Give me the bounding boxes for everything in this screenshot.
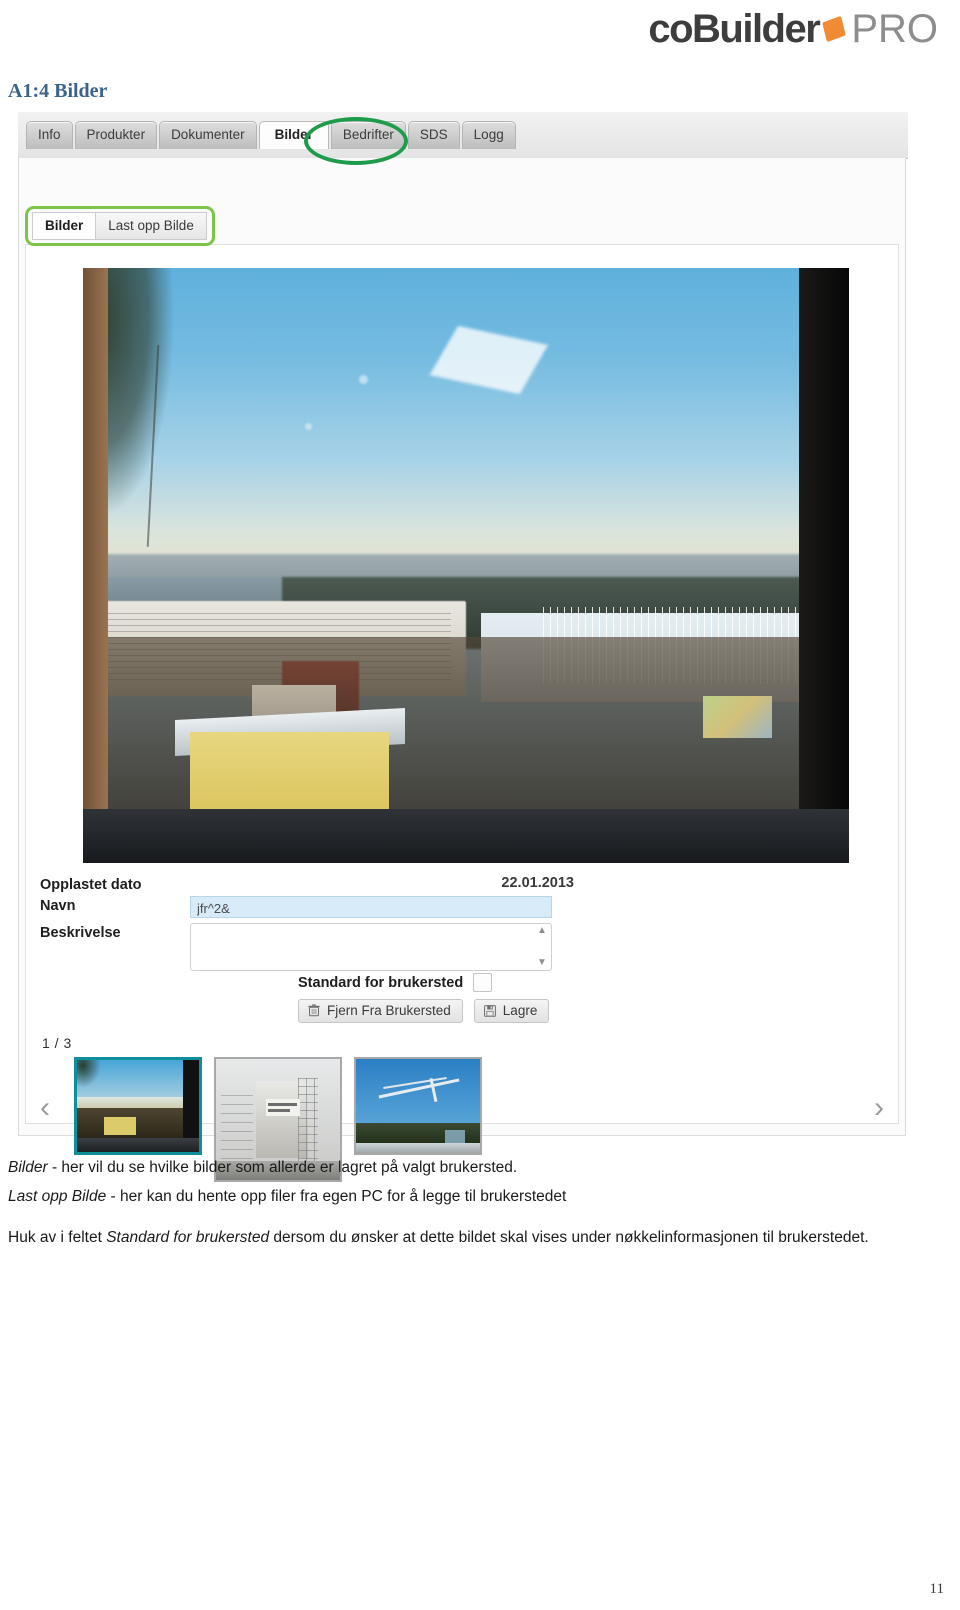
page-title: A1:4 Bilder bbox=[8, 80, 108, 102]
image-detail-card: Opplastet dato 22.01.2013 Navn Beskrivel… bbox=[25, 244, 899, 1182]
bilder-panel: Bilder Last opp Bilde Opplastet dato 22.… bbox=[18, 158, 906, 1182]
page-number: 11 bbox=[929, 1581, 944, 1597]
uploaded-date-row: Opplastet dato 22.01.2013 bbox=[40, 875, 580, 893]
prev-image-icon[interactable]: ‹ bbox=[40, 1093, 50, 1123]
save-disk-icon bbox=[483, 1004, 496, 1017]
thumb3-sky bbox=[356, 1059, 480, 1133]
action-buttons: Fjern Fra Brukersted Lagre bbox=[298, 999, 550, 1023]
thumb1-ground bbox=[77, 1107, 199, 1139]
photo-sky bbox=[83, 268, 849, 578]
caption-line-2: Last opp Bilde - her kan du hente opp fi… bbox=[8, 1184, 938, 1209]
thumbnail-item[interactable] bbox=[74, 1057, 202, 1155]
save-button[interactable]: Lagre bbox=[473, 999, 550, 1023]
subtab-bilder[interactable]: Bilder bbox=[32, 212, 96, 240]
caption-3-emphasis: Standard for brukersted bbox=[106, 1229, 270, 1247]
name-label: Navn bbox=[40, 898, 76, 914]
default-for-site-label: Standard for brukersted bbox=[298, 974, 464, 991]
caption-3-pre: Huk av i feltet bbox=[8, 1229, 107, 1247]
photo-lens-spot bbox=[305, 422, 313, 430]
save-label: Lagre bbox=[502, 1003, 538, 1018]
thumb2-banner-text bbox=[268, 1108, 291, 1112]
tab-bilder[interactable]: Bilder bbox=[258, 121, 329, 149]
caption-2-rest: - her kan du hente opp filer fra egen PC… bbox=[106, 1188, 567, 1206]
photo-window-frame-right bbox=[799, 268, 849, 863]
embedded-screenshot: Info Produkter Dokumenter Bilder Bedrift… bbox=[18, 112, 908, 1182]
next-image-icon[interactable]: › bbox=[874, 1093, 884, 1123]
description-label: Beskrivelse bbox=[40, 925, 121, 941]
caption-1-rest: - her vil du se hvilke bilder som allerd… bbox=[47, 1159, 518, 1176]
tab-produkter[interactable]: Produkter bbox=[74, 121, 158, 149]
caption-line-1: Bilder - her vil du se hvilke bilder som… bbox=[8, 1155, 938, 1180]
thumb1-branch bbox=[77, 1060, 102, 1088]
gallery-counter: 1 / 3 bbox=[42, 1035, 72, 1051]
photo-lens-spot bbox=[358, 375, 368, 385]
tab-info[interactable]: Info bbox=[26, 121, 73, 149]
caption-line-3: Huk av i feltet Standard for brukersted … bbox=[8, 1225, 938, 1250]
tab-logg[interactable]: Logg bbox=[461, 121, 516, 149]
default-for-site-row: Standard for brukersted bbox=[298, 973, 493, 992]
description-textarea[interactable] bbox=[190, 923, 552, 971]
thumb2-banner bbox=[265, 1098, 301, 1116]
remove-from-site-label: Fjern Fra Brukersted bbox=[327, 1003, 451, 1018]
caption-block: Bilder - her vil du se hvilke bilder som… bbox=[8, 1155, 938, 1254]
trash-icon bbox=[308, 1004, 320, 1017]
name-row: Navn bbox=[40, 896, 580, 918]
photo-window-sill bbox=[83, 809, 849, 863]
tab-bedrifter[interactable]: Bedrifter bbox=[330, 121, 406, 149]
caption-1-emphasis: Bilder bbox=[8, 1159, 48, 1176]
brand-logo: coBuilder PRO bbox=[648, 6, 938, 52]
thumb1-sill bbox=[77, 1138, 199, 1152]
main-image-preview[interactable] bbox=[83, 268, 849, 863]
tab-dokumenter[interactable]: Dokumenter bbox=[159, 121, 257, 149]
thumb2-scaffolding bbox=[297, 1078, 318, 1161]
thumb3-ground bbox=[356, 1142, 480, 1153]
image-metadata-form: Opplastet dato 22.01.2013 Navn Beskrivel… bbox=[40, 875, 580, 974]
uploaded-date-label: Opplastet dato bbox=[40, 877, 142, 893]
sub-tabs: Bilder Last opp Bilde bbox=[32, 212, 207, 240]
brand-name: coBuilder bbox=[648, 7, 820, 51]
default-for-site-checkbox[interactable] bbox=[473, 973, 493, 992]
brand-diamond-icon bbox=[822, 15, 847, 43]
annotation-box-sub-tabs: Bilder Last opp Bilde bbox=[25, 206, 215, 246]
caption-3-post: dersom du ønsker at dette bildet skal vi… bbox=[269, 1229, 869, 1247]
description-row: Beskrivelse ▲ ▼ bbox=[40, 923, 580, 971]
subtab-last-opp-bilde[interactable]: Last opp Bilde bbox=[95, 212, 207, 240]
caption-2-emphasis: Last opp Bilde bbox=[8, 1188, 107, 1206]
thumb2-banner-text bbox=[268, 1102, 297, 1106]
remove-from-site-button[interactable]: Fjern Fra Brukersted bbox=[298, 999, 463, 1023]
description-field-wrap: ▲ ▼ bbox=[190, 923, 552, 971]
main-tab-bar: Info Produkter Dokumenter Bilder Bedrift… bbox=[18, 112, 908, 165]
thumbnail-item[interactable] bbox=[354, 1057, 482, 1155]
tab-sds[interactable]: SDS bbox=[407, 121, 460, 149]
thumb3-building bbox=[445, 1130, 466, 1143]
brand-pro-label: PRO bbox=[851, 7, 938, 51]
name-input[interactable] bbox=[190, 896, 552, 918]
photo-window-frame-left bbox=[83, 268, 108, 863]
photo-billboard bbox=[703, 696, 773, 739]
uploaded-date-value: 22.01.2013 bbox=[501, 875, 574, 891]
main-tabs: Info Produkter Dokumenter Bilder Bedrift… bbox=[26, 121, 516, 149]
thumb1-yellow-house bbox=[103, 1117, 136, 1136]
thumb1-frame bbox=[183, 1060, 199, 1140]
